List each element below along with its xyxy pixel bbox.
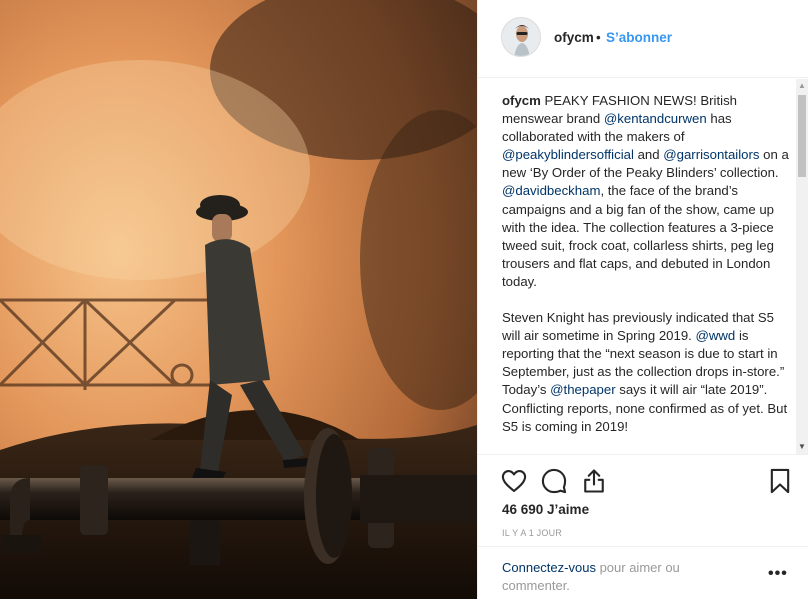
follow-button[interactable]: S’abonner (606, 30, 672, 45)
instagram-post-view: ofycm • S’abonner ofycm PEAKY FASHION NE… (0, 0, 808, 599)
mention-link[interactable]: @wwd (696, 328, 736, 343)
login-prompt: Connectez-vous pour aimer ou commenter. (502, 559, 722, 595)
separator-dot: • (596, 30, 601, 45)
post-caption: ofycm PEAKY FASHION NEWS! British menswe… (478, 79, 798, 436)
caption-scrollbar[interactable]: ▲ ▼ (796, 79, 808, 454)
heart-icon[interactable] (500, 467, 528, 495)
scroll-down-arrow-icon[interactable]: ▼ (796, 440, 808, 454)
more-options-icon[interactable]: ••• (768, 565, 788, 583)
post-photo[interactable] (0, 0, 477, 599)
caption-paragraph-1: ofycm PEAKY FASHION NEWS! British menswe… (502, 92, 790, 291)
heart-icon-graphic (501, 470, 527, 492)
mention-link[interactable]: @kentandcurwen (604, 111, 707, 126)
caption-text: and (633, 147, 664, 163)
mention-link[interactable]: @garrisontailors (663, 147, 759, 162)
caption-username[interactable]: ofycm (502, 93, 541, 108)
comment-section: Connectez-vous pour aimer ou commenter. … (478, 546, 808, 600)
share-icon-graphic (584, 469, 604, 493)
post-header: ofycm • S’abonner (478, 0, 808, 78)
avatar-image (502, 18, 540, 56)
caption-text: , the face of the brand’s campaigns and … (502, 183, 774, 289)
comment-icon[interactable] (540, 467, 568, 495)
mention-link[interactable]: @thepaper (550, 382, 615, 397)
mention-link[interactable]: @peakyblindersofficial (502, 147, 634, 162)
caption-paragraph-2: Steven Knight has previously indicated t… (502, 309, 790, 436)
post-sidebar: ofycm • S’abonner ofycm PEAKY FASHION NE… (477, 0, 808, 599)
scrollbar-thumb[interactable] (798, 95, 806, 177)
comment-icon-graphic (541, 468, 567, 494)
bookmark-icon-graphic (770, 468, 790, 494)
post-image (0, 0, 477, 599)
scroll-up-arrow-icon[interactable]: ▲ (796, 79, 808, 93)
avatar[interactable] (501, 17, 541, 57)
bookmark-icon[interactable] (766, 467, 794, 495)
caption-scroll-area[interactable]: ofycm PEAKY FASHION NEWS! British menswe… (478, 79, 798, 454)
mention-link[interactable]: @davidbeckham (502, 183, 600, 198)
post-timestamp[interactable]: IL Y A 1 JOUR (502, 528, 562, 538)
login-link[interactable]: Connectez-vous (502, 560, 596, 575)
username[interactable]: ofycm (554, 30, 594, 45)
likes-count[interactable]: 46 690 J’aime (502, 502, 589, 517)
post-actions: 46 690 J’aime IL Y A 1 JOUR Connectez-vo… (478, 454, 808, 599)
share-icon[interactable] (580, 467, 608, 495)
